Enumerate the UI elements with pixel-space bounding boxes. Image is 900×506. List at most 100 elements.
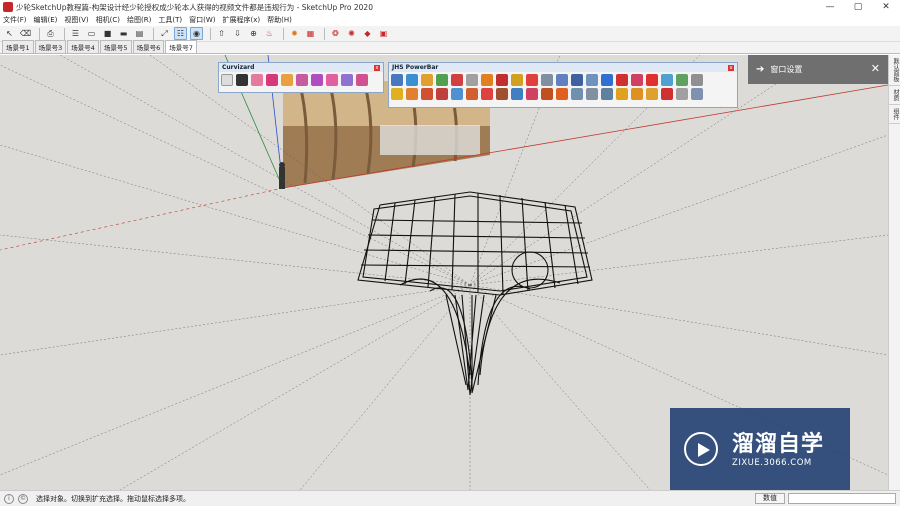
pb-tool-35-icon[interactable] bbox=[586, 88, 598, 100]
grid-icon[interactable]: ▦ bbox=[304, 27, 317, 40]
pb-tool-23-icon[interactable] bbox=[406, 88, 418, 100]
rect-2-icon[interactable]: ▤ bbox=[133, 27, 146, 40]
pb-tool-8-icon[interactable] bbox=[496, 74, 508, 86]
pb-tool-19-icon[interactable] bbox=[661, 74, 673, 86]
camera-icon[interactable]: ◉ bbox=[190, 27, 203, 40]
pb-tool-38-icon[interactable] bbox=[631, 88, 643, 100]
powerbar-close-button[interactable]: x bbox=[728, 64, 734, 71]
pb-tool-28-icon[interactable] bbox=[481, 88, 493, 100]
pb-tool-37-icon[interactable] bbox=[616, 88, 628, 100]
curve-h-icon[interactable] bbox=[356, 74, 368, 86]
menu-help[interactable]: 帮助(H) bbox=[267, 15, 292, 25]
curvizard-close-button[interactable]: x bbox=[374, 64, 380, 71]
orbit-icon[interactable]: ⊕ bbox=[247, 27, 260, 40]
pb-tool-11-icon[interactable] bbox=[541, 74, 553, 86]
pb-tool-20-icon[interactable] bbox=[676, 74, 688, 86]
curve-c-icon[interactable] bbox=[281, 74, 293, 86]
measurements-input[interactable] bbox=[788, 493, 896, 504]
video-icon[interactable]: ▣ bbox=[377, 27, 390, 40]
curve-e-icon[interactable] bbox=[311, 74, 323, 86]
curve-a-icon[interactable] bbox=[251, 74, 263, 86]
pb-tool-30-icon[interactable] bbox=[511, 88, 523, 100]
folder-icon[interactable]: ▭ bbox=[85, 27, 98, 40]
pb-tool-4-icon[interactable] bbox=[436, 74, 448, 86]
pb-tool-39-icon[interactable] bbox=[646, 88, 658, 100]
pb-tool-2-icon[interactable] bbox=[406, 74, 418, 86]
ruby2-icon[interactable]: ✺ bbox=[345, 27, 358, 40]
tray-tab-materials[interactable]: 材质 bbox=[889, 86, 900, 105]
pb-tool-31-icon[interactable] bbox=[526, 88, 538, 100]
menu-extensions[interactable]: 扩展程序(x) bbox=[222, 15, 260, 25]
box-icon[interactable]: ■ bbox=[101, 27, 114, 40]
pb-tool-36-icon[interactable] bbox=[601, 88, 613, 100]
tab-scene-6[interactable]: 场景号6 bbox=[132, 40, 165, 53]
pb-tool-22-icon[interactable] bbox=[391, 88, 403, 100]
pb-tool-29-icon[interactable] bbox=[496, 88, 508, 100]
pushpull-icon[interactable]: ⇧ bbox=[215, 27, 228, 40]
pb-tool-18-icon[interactable] bbox=[646, 74, 658, 86]
pb-tool-42-icon[interactable] bbox=[691, 88, 703, 100]
menu-camera[interactable]: 相机(C) bbox=[96, 15, 120, 25]
pb-tool-17-icon[interactable] bbox=[631, 74, 643, 86]
pb-tool-5-icon[interactable] bbox=[451, 74, 463, 86]
geo-location-icon[interactable]: i bbox=[4, 493, 14, 504]
print-icon[interactable]: ⎙ bbox=[44, 27, 57, 40]
curve-f-icon[interactable] bbox=[326, 74, 338, 86]
pb-tool-13-icon[interactable] bbox=[571, 74, 583, 86]
pb-tool-16-icon[interactable] bbox=[616, 74, 628, 86]
pb-tool-27-icon[interactable] bbox=[466, 88, 478, 100]
curve-tool-icon[interactable] bbox=[221, 74, 233, 86]
pb-tool-3-icon[interactable] bbox=[421, 74, 433, 86]
window-settings-panel[interactable]: ➔ 窗口设置 ✕ bbox=[748, 55, 888, 84]
credits-icon[interactable]: © bbox=[18, 493, 28, 504]
pb-tool-41-icon[interactable] bbox=[676, 88, 688, 100]
rect-icon[interactable]: ▬ bbox=[117, 27, 130, 40]
menu-draw[interactable]: 绘图(R) bbox=[127, 15, 151, 25]
maximize-button[interactable]: ▢ bbox=[844, 0, 872, 14]
curve-g-icon[interactable] bbox=[341, 74, 353, 86]
tab-scene-4[interactable]: 场景号4 bbox=[67, 40, 99, 53]
tab-scene-3[interactable]: 场景号3 bbox=[34, 40, 67, 53]
pb-tool-25-icon[interactable] bbox=[436, 88, 448, 100]
curve-b-icon[interactable] bbox=[266, 74, 278, 86]
eraser-icon[interactable]: ⌫ bbox=[19, 27, 32, 40]
ruby-icon[interactable]: ❂ bbox=[329, 27, 342, 40]
pb-tool-7-icon[interactable] bbox=[481, 74, 493, 86]
pb-tool-1-icon[interactable] bbox=[391, 74, 403, 86]
pb-tool-14-icon[interactable] bbox=[586, 74, 598, 86]
menu-edit[interactable]: 编辑(E) bbox=[34, 15, 58, 25]
pb-tool-15-icon[interactable] bbox=[601, 74, 613, 86]
pb-tool-33-icon[interactable] bbox=[556, 88, 568, 100]
outliner-icon[interactable]: ☰ bbox=[69, 27, 82, 40]
pb-tool-12-icon[interactable] bbox=[556, 74, 568, 86]
extension-icon[interactable]: ◆ bbox=[361, 27, 374, 40]
layer-icon[interactable]: ☷ bbox=[174, 27, 187, 40]
tape-icon[interactable]: ⇩ bbox=[231, 27, 244, 40]
curve-d-icon[interactable] bbox=[296, 74, 308, 86]
pb-tool-34-icon[interactable] bbox=[571, 88, 583, 100]
pan-icon[interactable]: ♨ bbox=[263, 27, 276, 40]
panel-close-button[interactable]: ✕ bbox=[871, 62, 880, 75]
tab-scene-1[interactable]: 场景号1 bbox=[2, 40, 34, 53]
tray-tab-components[interactable]: 组件 bbox=[889, 105, 900, 124]
close-button[interactable]: ✕ bbox=[872, 0, 900, 14]
menu-file[interactable]: 文件(F) bbox=[3, 15, 27, 25]
bomb-icon[interactable] bbox=[236, 74, 248, 86]
pb-tool-32-icon[interactable] bbox=[541, 88, 553, 100]
tab-scene-5[interactable]: 场景号5 bbox=[99, 40, 132, 53]
pb-tool-10-icon[interactable] bbox=[526, 74, 538, 86]
line-icon[interactable]: ⤢ bbox=[158, 27, 171, 40]
tab-scene-7[interactable]: 场景号7 bbox=[165, 40, 197, 53]
select-arrow-icon[interactable]: ↖ bbox=[3, 27, 16, 40]
pb-tool-24-icon[interactable] bbox=[421, 88, 433, 100]
menu-tools[interactable]: 工具(T) bbox=[158, 15, 182, 25]
pb-tool-6-icon[interactable] bbox=[466, 74, 478, 86]
gear-icon[interactable]: ✹ bbox=[288, 27, 301, 40]
minimize-button[interactable]: — bbox=[816, 0, 844, 14]
pb-tool-21-icon[interactable] bbox=[691, 74, 703, 86]
pb-tool-40-icon[interactable] bbox=[661, 88, 673, 100]
pb-tool-26-icon[interactable] bbox=[451, 88, 463, 100]
menu-view[interactable]: 视图(V) bbox=[64, 15, 88, 25]
menu-window[interactable]: 窗口(W) bbox=[189, 15, 215, 25]
pb-tool-9-icon[interactable] bbox=[511, 74, 523, 86]
